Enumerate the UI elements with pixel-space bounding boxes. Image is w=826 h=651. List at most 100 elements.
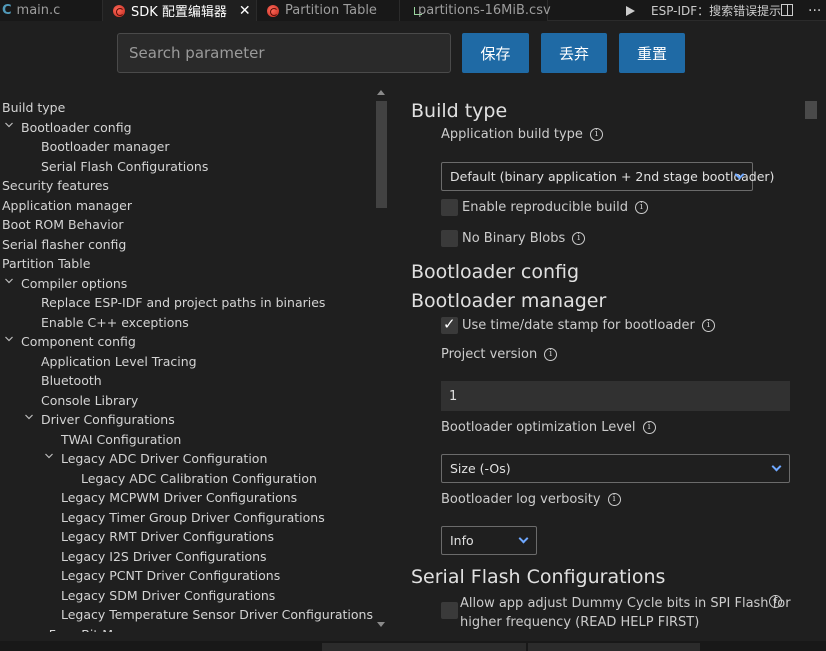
tree-item-label: Replace ESP-IDF and project paths in bin…	[41, 295, 326, 310]
opt-level-select[interactable]: Size (-Os)	[441, 454, 790, 483]
status-bar	[0, 641, 826, 651]
app-build-type-value: Default (binary application + 2nd stage …	[450, 169, 775, 184]
tab-partition-label: Partition Table	[285, 3, 377, 18]
info-icon[interactable]: i	[589, 128, 603, 141]
no-binary-blobs-row: No Binary Blobs i	[441, 230, 586, 247]
config-menu-tree: Build type Bootloader config Bootloader ma…	[0, 96, 375, 632]
tree-item-label: Legacy I2S Driver Configurations	[61, 548, 267, 564]
tree-item-label: Legacy RMT Driver Configurations	[61, 529, 275, 544]
tree-item-label: Bootloader manager	[41, 139, 170, 154]
tree-item-label: Legacy ADC Driver Configuration	[61, 451, 268, 466]
no-binary-blobs-label: No Binary Blobs	[462, 231, 566, 246]
espressif-icon	[113, 4, 125, 17]
tree-item-label: Console Library	[41, 392, 139, 408]
app-build-type-label-text: Application build type	[441, 127, 583, 142]
tree-item-label: eFuse Bit Manager	[41, 625, 157, 633]
info-icon[interactable]: i	[642, 421, 656, 434]
reproducible-build-row: Enable reproducible build i	[441, 199, 648, 216]
no-binary-blobs-checkbox[interactable]	[441, 230, 458, 247]
dummy-cycle-checkbox[interactable]	[441, 602, 458, 619]
info-icon[interactable]: i	[572, 232, 586, 245]
scroll-down-arrow-icon[interactable]	[377, 622, 385, 627]
dummy-cycle-label-line2: higher frequency (READ HELP FIRST)	[460, 615, 700, 630]
tab-main-c[interactable]: C main.c	[0, 0, 103, 21]
tree-item-label: Compiler options	[21, 275, 128, 291]
tab-partitions-csv[interactable]: partitions-16MiB.csv	[400, 0, 551, 21]
log-verbosity-label-text: Bootloader log verbosity	[441, 492, 601, 507]
tab-sdk-label: SDK 配置编辑器	[131, 5, 227, 20]
project-version-label: Project version i	[441, 347, 558, 362]
timestamp-row: Use time/date stamp for bootloader i	[441, 315, 715, 334]
chevron-down-icon[interactable]	[3, 274, 15, 293]
run-icon[interactable]	[626, 0, 640, 21]
tree-item-label: Legacy SDM Driver Configurations	[61, 587, 276, 603]
opt-level-label: Bootloader optimization Level i	[441, 420, 656, 435]
tab-csv-label: partitions-16MiB.csv	[418, 3, 551, 18]
tree-item-label: Application Level Tracing	[41, 353, 197, 369]
opt-level-value: Size (-Os)	[450, 461, 511, 476]
chevron-down-icon[interactable]	[3, 332, 15, 351]
tree-item-label: Enable C++ exceptions	[41, 314, 189, 330]
tree-item-label: Application manager	[2, 197, 132, 213]
tree-item-label: Legacy Timer Group Driver Configurations	[61, 509, 325, 525]
tab-sdk-config-editor[interactable]: SDK 配置编辑器 ✕	[103, 0, 257, 21]
chevron-down-icon[interactable]	[23, 410, 35, 429]
tree-item-label: Legacy PCNT Driver Configurations	[61, 568, 281, 583]
info-icon[interactable]: i	[634, 201, 648, 214]
tree-scrollbar[interactable]	[375, 101, 388, 631]
status-bar-item[interactable]	[528, 643, 700, 651]
tree-item-label: Boot ROM Behavior	[2, 217, 124, 232]
tree-item-label: Partition Table	[2, 256, 91, 271]
log-verbosity-value: Info	[450, 533, 474, 548]
timestamp-checkbox[interactable]	[441, 315, 458, 334]
app-build-type-label: Application build type i	[441, 127, 603, 142]
tree-item-label: TWAI Configuration	[61, 431, 182, 447]
scroll-up-arrow-icon[interactable]	[377, 90, 385, 95]
info-icon[interactable]: i	[544, 348, 558, 361]
tree-item-label: Bootloader config	[21, 119, 132, 135]
tab-main-c-label: main.c	[16, 3, 61, 18]
section-title-bootloader-config: Bootloader config	[411, 261, 580, 283]
project-version-input[interactable]: 1	[441, 381, 790, 411]
search-input[interactable]	[117, 33, 451, 73]
section-title-build-type: Build type	[411, 100, 508, 122]
espressif-icon	[267, 4, 279, 17]
tree-item-label: Security features	[2, 178, 109, 193]
more-actions-icon[interactable]: ···	[808, 0, 821, 21]
split-editor-icon[interactable]	[781, 4, 793, 16]
tree-item-label: Legacy ADC Calibration Configuration	[81, 470, 317, 486]
dummy-cycle-label-line1: Allow app adjust Dummy Cycle bits in SPI…	[460, 596, 791, 611]
tree-item-label: Serial flasher config	[2, 236, 127, 252]
log-verbosity-label: Bootloader log verbosity i	[441, 492, 621, 507]
status-bar-item[interactable]	[322, 643, 526, 651]
chevron-down-icon	[771, 461, 782, 472]
chevron-down-icon[interactable]	[43, 449, 55, 468]
chevron-down-icon[interactable]	[3, 118, 15, 137]
tree-item-label: Legacy Temperature Sensor Driver Configu…	[61, 607, 373, 622]
reproducible-build-checkbox[interactable]	[441, 199, 458, 216]
info-icon[interactable]: i	[701, 319, 715, 332]
section-title-bootloader-manager: Bootloader manager	[411, 290, 607, 312]
panel-scrollbar[interactable]	[805, 101, 818, 631]
c-file-icon: C	[2, 3, 12, 18]
tree-item-label: Driver Configurations	[41, 412, 175, 427]
info-icon[interactable]: i	[769, 595, 782, 608]
discard-button[interactable]: 丢弃	[541, 33, 607, 73]
tab-partition-table[interactable]: Partition Table	[257, 0, 400, 21]
close-icon[interactable]: ✕	[239, 3, 251, 19]
app-build-type-select[interactable]: Default (binary application + 2nd stage …	[441, 162, 774, 191]
opt-level-label-text: Bootloader optimization Level	[441, 420, 636, 435]
reset-button[interactable]: 重置	[619, 33, 685, 73]
dummy-cycle-row: Allow app adjust Dummy Cycle bits in SPI…	[441, 594, 791, 632]
section-title-serial-flash: Serial Flash Configurations	[411, 566, 666, 588]
config-panel: Build type Application build type i Defa…	[395, 96, 805, 632]
info-icon[interactable]: i	[607, 493, 621, 506]
tree-item-label: Build type	[2, 100, 66, 115]
chevron-down-icon	[518, 533, 529, 544]
tree-item-label: Component config	[21, 334, 136, 349]
tree-item-label: Legacy MCPWM Driver Configurations	[61, 490, 298, 505]
log-verbosity-select[interactable]: Info	[441, 526, 537, 555]
save-button[interactable]: 保存	[462, 33, 529, 73]
esp-idf-search-error-hint[interactable]: ESP-IDF：搜索错误提示	[651, 0, 781, 21]
project-version-label-text: Project version	[441, 347, 538, 362]
